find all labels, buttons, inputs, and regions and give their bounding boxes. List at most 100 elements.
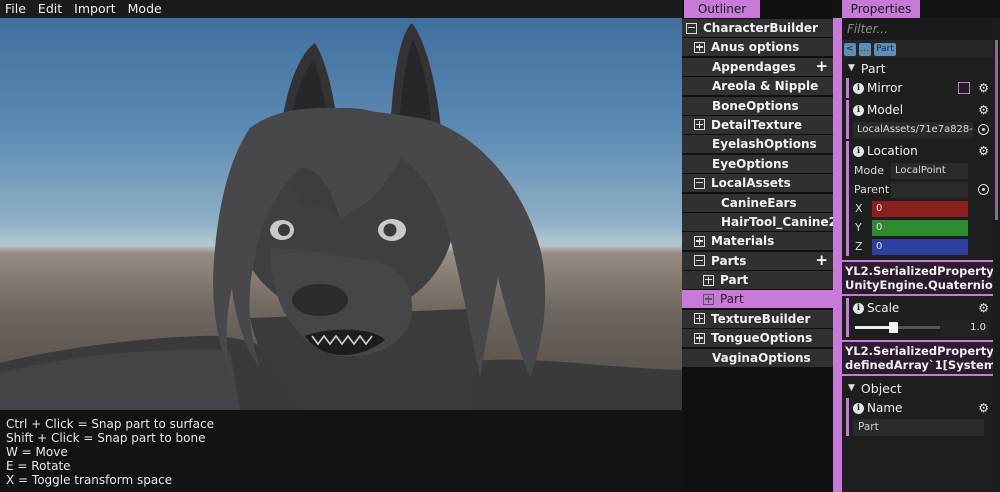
collapse-icon[interactable] <box>694 177 705 189</box>
tree-item[interactable]: TongueOptions <box>682 329 833 348</box>
parent-field[interactable] <box>891 181 968 198</box>
name-field: i Name ⚙ Part <box>846 398 993 436</box>
model-field: i Model ⚙ LocalAssets/71e7a828- <box>846 100 993 139</box>
x-field[interactable]: 0 <box>872 200 968 217</box>
tree-item-label: Part <box>720 273 749 288</box>
scrollbar-thumb[interactable] <box>995 40 998 220</box>
tree-item-label: Part <box>720 292 744 307</box>
mode-dropdown[interactable]: LocalPoint <box>891 162 968 179</box>
breadcrumb-ellipsis[interactable]: ... <box>858 42 872 56</box>
tree-item[interactable]: LocalAssets <box>682 174 833 193</box>
expand-icon[interactable] <box>694 332 705 344</box>
scale-value-field[interactable]: 1.0 <box>941 320 989 336</box>
tree-item[interactable]: BoneOptions <box>682 96 833 115</box>
properties-content: Filter... < ... Part ▼ Part i Mirror ⚙ i… <box>842 18 993 492</box>
tree-item[interactable]: Anus options <box>682 38 833 57</box>
help-line: Shift + Click = Snap part to bone <box>6 431 206 445</box>
tree-item[interactable]: Materials <box>682 232 833 251</box>
part-section-header[interactable]: ▼ Part <box>842 58 993 78</box>
unsupported-type-notice: YL2.SerializedProperty`1[ UnityEngine.Qu… <box>842 260 993 296</box>
outliner-panel: Outliner CharacterBuilder Anus options App… <box>682 0 837 492</box>
properties-tab[interactable]: Properties <box>842 0 920 18</box>
info-icon[interactable]: i <box>853 104 864 116</box>
part-section-label: Part <box>860 60 886 76</box>
filter-input[interactable]: Filter... <box>842 18 993 40</box>
object-section-header[interactable]: ▼ Object <box>842 378 993 398</box>
tree-item[interactable]: Appendages + <box>682 57 833 76</box>
tree-item[interactable]: DetailTexture <box>682 115 833 134</box>
mirror-checkbox[interactable] <box>958 82 970 94</box>
tree-item-label: BoneOptions <box>712 98 799 113</box>
breadcrumb-part[interactable]: Part <box>874 42 896 56</box>
gear-icon[interactable]: ⚙ <box>978 144 989 158</box>
tree-item[interactable]: VaginaOptions <box>682 348 833 367</box>
z-label: Z <box>855 240 863 253</box>
tree-item[interactable]: Parts + <box>682 251 833 270</box>
tree-item[interactable]: EyelashOptions <box>682 135 833 154</box>
tree-item-label: HairTool_Canine2 <box>721 214 837 229</box>
expand-icon[interactable] <box>694 41 705 53</box>
tree-item-label: LocalAssets <box>711 176 791 191</box>
tree-item-label: Materials <box>711 234 775 249</box>
expand-icon[interactable] <box>703 274 714 286</box>
collapse-icon[interactable] <box>686 22 697 34</box>
collapse-icon[interactable] <box>694 255 705 267</box>
info-icon[interactable]: i <box>853 402 864 414</box>
tree-item-label: TextureBuilder <box>711 311 811 326</box>
menu-file[interactable]: File <box>0 0 33 18</box>
breadcrumb-back[interactable]: < <box>844 42 856 56</box>
tree-item-label: Appendages <box>712 59 796 74</box>
tree-item-label: TongueOptions <box>711 331 813 346</box>
scale-slider[interactable] <box>855 322 940 333</box>
info-icon[interactable]: i <box>853 145 864 157</box>
z-field[interactable]: 0 <box>872 238 968 255</box>
menu-import[interactable]: Import <box>69 0 123 18</box>
scale-field: i Scale ⚙ 1.0 <box>846 298 993 337</box>
y-field[interactable]: 0 <box>872 219 968 236</box>
gear-icon[interactable]: ⚙ <box>978 401 989 415</box>
mode-label: Mode <box>854 164 884 177</box>
menu-edit[interactable]: Edit <box>33 0 69 18</box>
object-picker-icon[interactable] <box>978 124 989 135</box>
tree-item[interactable]: CharacterBuilder <box>682 19 833 37</box>
add-icon[interactable]: + <box>815 58 828 74</box>
tree-item-label: DetailTexture <box>711 117 802 132</box>
help-line: W = Move <box>6 445 68 459</box>
gear-icon[interactable]: ⚙ <box>978 301 989 315</box>
expand-icon[interactable] <box>694 313 705 325</box>
scale-slider-handle[interactable] <box>889 322 899 333</box>
model-path-field[interactable]: LocalAssets/71e7a828- <box>853 121 973 138</box>
info-icon[interactable]: i <box>853 302 864 314</box>
tree-item[interactable]: Areola & Nipple <box>682 77 833 96</box>
menu-bar: File Edit Import Mode <box>0 0 682 18</box>
help-line: X = Toggle transform space <box>6 473 173 487</box>
add-icon[interactable]: + <box>815 252 828 268</box>
character-model <box>0 23 682 410</box>
tree-item[interactable]: TextureBuilder <box>682 309 833 328</box>
location-field: i Location ⚙ Mode LocalPoint Parent X 0 … <box>846 141 993 256</box>
tree-item[interactable]: HairTool_Canine2 <box>682 212 837 231</box>
expand-icon[interactable] <box>694 119 705 131</box>
expand-icon[interactable] <box>703 293 714 305</box>
scale-slider-fill <box>855 326 894 329</box>
expand-icon[interactable] <box>694 235 705 247</box>
tree-item[interactable]: Part <box>682 271 833 290</box>
gear-icon[interactable]: ⚙ <box>978 81 989 95</box>
tree-item[interactable]: EyeOptions <box>682 154 833 173</box>
properties-accent-bar <box>833 18 842 492</box>
x-label: X <box>855 202 863 215</box>
3d-viewport[interactable] <box>0 18 682 410</box>
chevron-down-icon: ▼ <box>848 383 855 393</box>
info-icon[interactable]: i <box>853 82 864 94</box>
menu-mode[interactable]: Mode <box>123 0 169 18</box>
shortcut-help-panel: Ctrl + Click = Snap part to surface Shif… <box>0 410 682 492</box>
notice-line: YL2.SerializedPropertyPre <box>845 344 993 358</box>
tree-item[interactable]: CanineEars <box>682 193 833 212</box>
name-label: Name <box>867 401 903 415</box>
object-picker-icon[interactable] <box>978 184 989 195</box>
name-input[interactable]: Part <box>853 419 984 436</box>
notice-line: YL2.SerializedProperty`1[ <box>845 264 993 278</box>
gear-icon[interactable]: ⚙ <box>978 103 989 117</box>
outliner-tab[interactable]: Outliner <box>684 0 760 18</box>
tree-item[interactable]: Part <box>682 290 833 309</box>
